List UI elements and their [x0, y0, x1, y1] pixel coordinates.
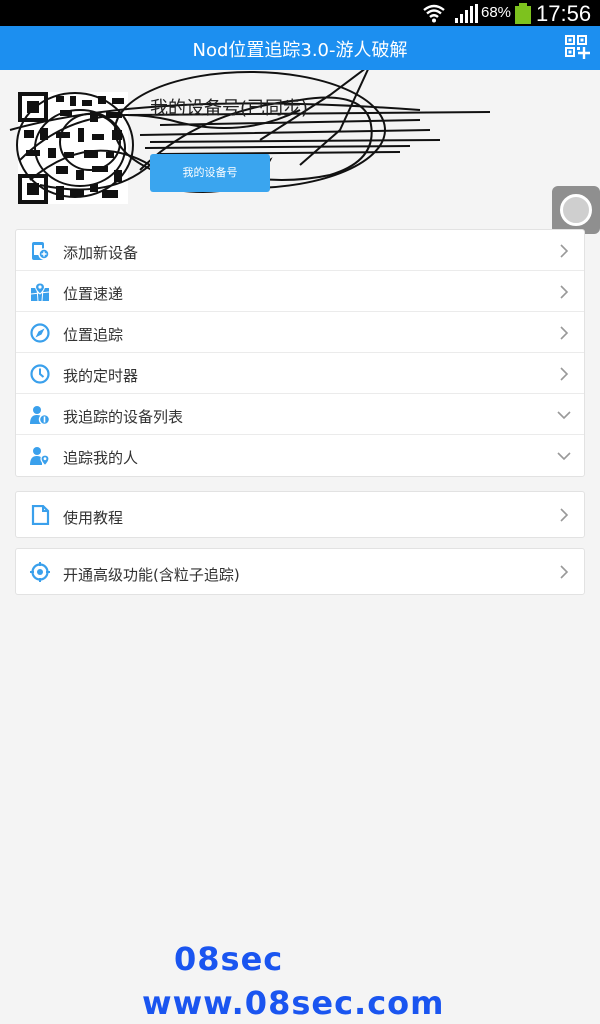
menu-item-label: 使用教程 [63, 509, 124, 527]
chevron-down-icon [557, 411, 571, 420]
menu-item-tutorial[interactable]: 使用教程 [16, 492, 584, 537]
menu-item-add-device[interactable]: 添加新设备 [16, 230, 584, 271]
device-header: 我的设备号(已同步) 我的设备号 [0, 70, 600, 220]
my-device-button[interactable]: 我的设备号 [150, 154, 270, 192]
main-menu-card: 添加新设备 位置速递 位置追踪 我的定时器 我追踪的设备列表 追踪我的人 [15, 229, 585, 477]
device-id-label: 我的设备号(已同步) [150, 98, 309, 119]
menu-item-label: 追踪我的人 [63, 449, 139, 467]
premium-card: 开通高级功能(含粒子追踪) [15, 548, 585, 595]
chevron-down-icon [557, 452, 571, 461]
app-bar: Nod位置追踪3.0-游人破解 [0, 26, 600, 70]
chevron-right-icon [560, 285, 569, 299]
wifi-icon [423, 4, 445, 23]
clock-icon [30, 364, 50, 384]
menu-item-people-tracking-me[interactable]: 追踪我的人 [16, 435, 584, 476]
chevron-right-icon [560, 565, 569, 579]
add-device-icon [32, 242, 50, 260]
menu-item-label: 我的定时器 [63, 367, 139, 385]
menu-item-label: 位置速递 [63, 285, 124, 303]
map-pin-icon [30, 282, 50, 302]
status-bar: 68% 17:56 [0, 0, 600, 26]
chevron-right-icon [560, 508, 569, 522]
tutorial-card: 使用教程 [15, 491, 585, 538]
chevron-right-icon [560, 367, 569, 381]
user-location-icon [30, 447, 50, 466]
qr-add-icon[interactable] [564, 34, 590, 60]
signal-icon [455, 4, 478, 23]
chevron-right-icon [560, 326, 569, 340]
menu-item-label: 我追踪的设备列表 [63, 408, 184, 426]
clock-time: 17:56 [536, 1, 592, 26]
target-icon [30, 562, 50, 582]
assistive-touch-button[interactable] [552, 186, 600, 234]
menu-item-label: 开通高级功能(含粒子追踪) [63, 566, 240, 584]
device-qr-code [9, 70, 491, 204]
menu-item-label: 位置追踪 [63, 326, 124, 344]
battery-icon [515, 3, 531, 24]
menu-item-premium[interactable]: 开通高级功能(含粒子追踪) [16, 549, 584, 594]
menu-item-location-share[interactable]: 位置速递 [16, 271, 584, 312]
battery-percentage: 68% [481, 4, 512, 21]
document-icon [31, 505, 50, 525]
menu-item-location-tracking[interactable]: 位置追踪 [16, 312, 584, 353]
page-title: Nod位置追踪3.0-游人破解 [192, 40, 408, 61]
user-tracked-icon [30, 406, 50, 425]
assistive-ring-icon [560, 194, 592, 226]
menu-item-tracked-devices[interactable]: 我追踪的设备列表 [16, 394, 584, 435]
menu-item-label: 添加新设备 [63, 244, 139, 262]
chevron-right-icon [560, 244, 569, 258]
watermark-line-1: 08sec [174, 940, 284, 978]
menu-item-timer[interactable]: 我的定时器 [16, 353, 584, 394]
watermark-line-2: www.08sec.com [142, 984, 445, 1022]
navigation-icon [30, 323, 50, 343]
